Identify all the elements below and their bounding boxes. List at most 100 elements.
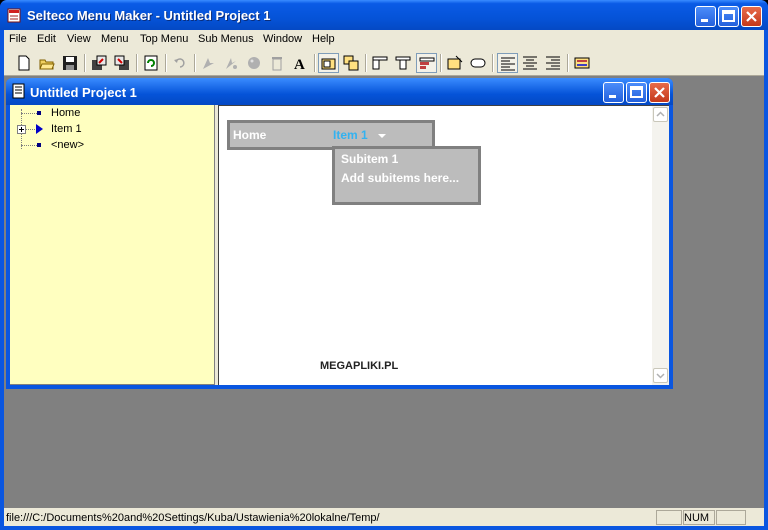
menu-sub-menus[interactable]: Sub Menus [195, 33, 257, 45]
save-icon [63, 56, 77, 70]
toolbar-separator [84, 54, 86, 72]
export-button[interactable] [112, 53, 133, 73]
maximize-button[interactable] [718, 6, 739, 27]
dropdown-arrow-icon [378, 134, 386, 138]
menu-file[interactable]: File [6, 33, 30, 45]
top-menu-button[interactable] [318, 53, 339, 73]
refresh-icon [144, 55, 158, 71]
status-bar: file:///C:/Documents%20and%20Settings/Ku… [4, 508, 764, 526]
properties-button[interactable] [572, 53, 593, 73]
close-icon [654, 87, 665, 98]
font-icon: A [294, 57, 305, 71]
menu-bar: File Edit View Menu Top Menu Sub Menus W… [4, 30, 764, 50]
insert-item-button[interactable] [198, 53, 219, 73]
toolbar: A [4, 50, 764, 76]
refresh-button[interactable] [141, 53, 162, 73]
undo-button[interactable] [170, 53, 191, 73]
align-center-button[interactable] [520, 53, 541, 73]
child-minimize-button[interactable] [603, 82, 624, 103]
export-icon [114, 55, 129, 70]
tree-item-home[interactable]: Home [51, 107, 80, 119]
top-menu-icon [321, 58, 336, 70]
align-center-icon [523, 56, 537, 70]
project-window: Untitled Project 1 Home Item 1 <new> Hom… [6, 78, 673, 389]
status-pane [656, 510, 682, 525]
save-button[interactable] [60, 53, 81, 73]
toolbar-separator [194, 54, 196, 72]
child-close-button[interactable] [649, 82, 670, 103]
chevron-down-icon [656, 373, 665, 379]
delete-icon [272, 57, 282, 71]
maximize-icon [722, 10, 735, 22]
paint-icon [248, 57, 260, 69]
paint-button[interactable] [244, 53, 265, 73]
tree-line [21, 113, 37, 114]
button-shape-button[interactable] [468, 53, 489, 73]
status-pane [716, 510, 746, 525]
expand-icon[interactable] [17, 125, 26, 134]
button-style-button[interactable] [445, 53, 466, 73]
scroll-up-button[interactable] [653, 107, 668, 122]
align-menu-top-icon [419, 57, 435, 69]
preview-menu-home[interactable]: Home [233, 128, 266, 142]
menu-edit[interactable]: Edit [34, 33, 59, 45]
svg-text:A: A [294, 57, 305, 71]
scroll-down-button[interactable] [653, 368, 668, 383]
menu-view[interactable]: View [64, 33, 94, 45]
open-button[interactable] [37, 53, 58, 73]
align-menu-top-button[interactable] [416, 53, 437, 73]
sub-menu-button[interactable] [341, 53, 362, 73]
font-button[interactable]: A [290, 53, 311, 73]
insert-subitem-button[interactable] [221, 53, 242, 73]
open-icon [39, 59, 55, 70]
window-title: Selteco Menu Maker - Untitled Project 1 [27, 8, 271, 23]
align-menu-center-icon [395, 56, 411, 70]
watermark: MEGAPLIKI.PL [320, 360, 399, 372]
maximize-icon [630, 86, 643, 98]
vertical-scrollbar[interactable] [652, 106, 669, 385]
tree-node-icon [37, 143, 41, 147]
tree-line [21, 145, 37, 146]
preview-submenu: Subitem 1 Add subitems here... [332, 146, 481, 205]
tree-item-new[interactable]: <new> [51, 139, 84, 151]
close-button[interactable] [741, 6, 762, 27]
tree-item-item-1[interactable]: Item 1 [51, 123, 82, 135]
tree-node-icon [37, 111, 41, 115]
properties-icon [574, 57, 590, 69]
project-title-bar[interactable]: Untitled Project 1 [6, 78, 673, 105]
new-button[interactable] [14, 53, 35, 73]
document-icon [12, 83, 25, 99]
minimize-icon [701, 19, 708, 22]
toolbar-separator [492, 54, 494, 72]
preview-menu-item-1[interactable]: Item 1 [333, 128, 368, 142]
num-lock-indicator: NUM [684, 512, 710, 524]
title-bar[interactable]: Selteco Menu Maker - Untitled Project 1 [0, 0, 768, 30]
import-button[interactable] [89, 53, 110, 73]
align-left-icon [501, 57, 515, 71]
button-shape-icon [470, 58, 486, 68]
minimize-icon [609, 95, 616, 98]
toolbar-separator [136, 54, 138, 72]
delete-button[interactable] [267, 53, 288, 73]
align-menu-left-icon [372, 56, 388, 70]
status-path: file:///C:/Documents%20and%20Settings/Ku… [6, 512, 380, 524]
toolbar-separator [365, 54, 367, 72]
menu-window[interactable]: Window [260, 33, 305, 45]
align-menu-center-button[interactable] [393, 53, 414, 73]
menu-menu[interactable]: Menu [98, 33, 132, 45]
insert-subitem-icon [226, 58, 237, 69]
menu-top-menu[interactable]: Top Menu [137, 33, 191, 45]
toolbar-separator [567, 54, 569, 72]
minimize-button[interactable] [695, 6, 716, 27]
child-maximize-button[interactable] [626, 82, 647, 103]
align-menu-left-button[interactable] [370, 53, 391, 73]
align-left-button[interactable] [497, 53, 518, 73]
preview-subitem-1[interactable]: Subitem 1 [341, 153, 461, 166]
toolbar-separator [314, 54, 316, 72]
project-title: Untitled Project 1 [30, 85, 137, 100]
project-body: Home Item 1 <new> Home Item 1 Subitem 1 … [10, 105, 669, 385]
menu-help[interactable]: Help [309, 33, 338, 45]
preview-add-subitems[interactable]: Add subitems here... [341, 172, 461, 185]
align-right-button[interactable] [543, 53, 564, 73]
app-window: Selteco Menu Maker - Untitled Project 1 … [0, 0, 768, 530]
